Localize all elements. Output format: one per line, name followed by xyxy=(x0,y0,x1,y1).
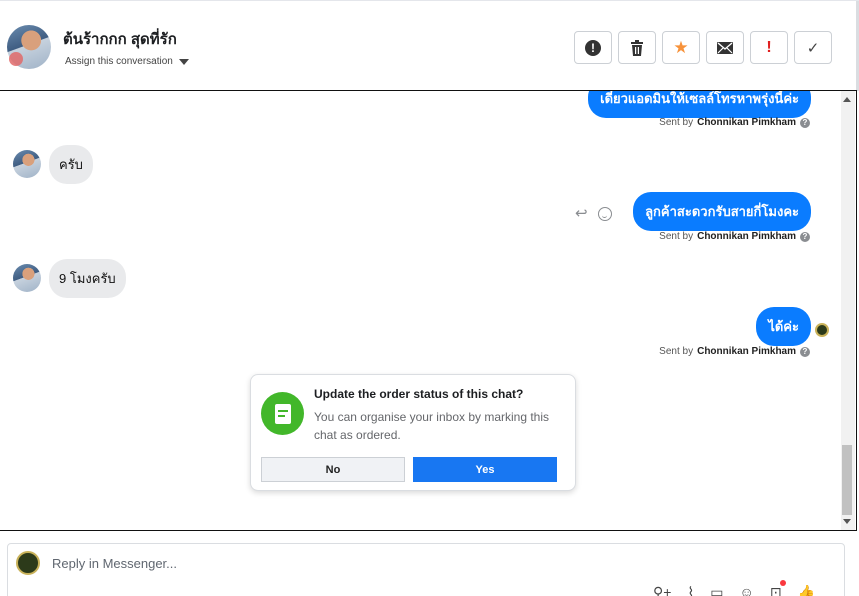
trash-icon xyxy=(631,39,643,56)
message-bubble-incoming[interactable]: 9 โมงครับ xyxy=(49,259,126,298)
popup-description: You can organise your inbox by marking t… xyxy=(314,410,550,442)
scrollbar-thumb[interactable] xyxy=(842,445,852,515)
reply-input[interactable] xyxy=(52,556,552,571)
receipt-icon xyxy=(261,392,304,435)
assign-label: Assign this conversation xyxy=(65,56,173,67)
sent-by-label: Sent by Chonnikan Pimkham ? xyxy=(659,346,810,357)
thumbs-up-icon[interactable]: 👍 xyxy=(798,584,815,596)
scroll-up-arrow-icon[interactable] xyxy=(843,97,851,102)
alert-circle-icon: ! xyxy=(585,39,601,56)
message-bubble-outgoing[interactable]: ลูกค้าสะดวกรับสายกี่โมงคะ xyxy=(633,192,811,231)
caret-down-icon xyxy=(178,58,189,65)
cart-icon[interactable]: ⊡ xyxy=(770,580,786,596)
exclamation-icon: ! xyxy=(766,38,772,56)
no-button[interactable]: No xyxy=(261,457,405,482)
message-composer: ⚲+ ⌇ ▭ ☺ ⊡ 👍 xyxy=(7,543,845,596)
help-icon[interactable]: ? xyxy=(800,346,810,357)
sent-by-prefix: Sent by xyxy=(659,117,694,128)
order-status-prompt: Update the order status of this chat? Yo… xyxy=(250,374,576,491)
add-person-icon[interactable]: ⚲+ xyxy=(653,584,671,596)
sender-name: Chonnikan Pimkham xyxy=(697,346,796,357)
yes-button[interactable]: Yes xyxy=(413,457,557,482)
contact-avatar[interactable] xyxy=(7,25,51,69)
emoji-icon[interactable]: ☺ xyxy=(740,584,754,596)
scroll-down-arrow-icon[interactable] xyxy=(843,519,851,524)
conversation-toolbar: ! ★ ! ✓ xyxy=(574,31,832,64)
star-icon: ★ xyxy=(673,37,689,57)
react-emoji-icon[interactable] xyxy=(598,207,612,221)
seen-indicator-avatar xyxy=(815,323,829,337)
envelope-icon xyxy=(717,41,733,54)
assign-conversation-dropdown[interactable]: Assign this conversation xyxy=(65,56,189,67)
messenger-inbox: ต้นร้ากกก สุดที่รัก Assign this conversa… xyxy=(0,0,859,596)
saved-replies-icon[interactable]: ▭ xyxy=(710,584,723,596)
sent-by-label: Sent by Chonnikan Pimkham ? xyxy=(659,117,810,128)
reply-icon[interactable]: ↩ xyxy=(575,204,588,222)
contact-avatar-small[interactable] xyxy=(13,264,41,292)
contact-avatar-small[interactable] xyxy=(13,150,41,178)
message-bubble-incoming[interactable]: ครับ xyxy=(49,145,93,184)
mark-spam-button[interactable]: ! xyxy=(574,31,612,64)
mark-done-button[interactable]: ✓ xyxy=(794,31,832,64)
sent-by-label: Sent by Chonnikan Pimkham ? xyxy=(659,231,810,242)
checkmark-icon: ✓ xyxy=(806,39,820,57)
sender-name: Chonnikan Pimkham xyxy=(697,231,796,242)
message-bubble-outgoing[interactable]: เดี๋ยวแอดมินให้เซลล์โทรหาพรุ่งนี้ค่ะ xyxy=(588,91,811,118)
follow-up-button[interactable]: ! xyxy=(750,31,788,64)
mark-unread-button[interactable] xyxy=(706,31,744,64)
vertical-scrollbar[interactable] xyxy=(841,91,855,530)
attachment-icon[interactable]: ⌇ xyxy=(687,584,694,596)
message-thread[interactable]: เดี๋ยวแอดมินให้เซลล์โทรหาพรุ่งนี้ค่ะ Sen… xyxy=(0,90,857,531)
notification-dot xyxy=(779,580,786,586)
message-bubble-outgoing[interactable]: ได้ค่ะ xyxy=(756,307,811,346)
page-avatar xyxy=(16,551,40,575)
popup-title: Update the order status of this chat? xyxy=(314,387,524,401)
delete-button[interactable] xyxy=(618,31,656,64)
composer-actions: ⚲+ ⌇ ▭ ☺ ⊡ 👍 xyxy=(653,580,815,596)
help-icon[interactable]: ? xyxy=(800,231,810,242)
sent-by-prefix: Sent by xyxy=(659,231,694,242)
contact-name[interactable]: ต้นร้ากกก สุดที่รัก xyxy=(63,27,177,51)
conversation-header: ต้นร้ากกก สุดที่รัก Assign this conversa… xyxy=(0,0,859,91)
star-button[interactable]: ★ xyxy=(662,31,700,64)
sender-name: Chonnikan Pimkham xyxy=(697,117,796,128)
help-icon[interactable]: ? xyxy=(800,117,810,128)
sent-by-prefix: Sent by xyxy=(659,346,694,357)
